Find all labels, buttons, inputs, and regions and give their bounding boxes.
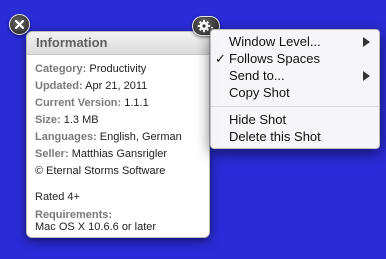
- menu-item-label: Follows Spaces: [229, 51, 321, 66]
- menu-item-send-to[interactable]: Send to...: [211, 67, 379, 84]
- info-row-category: Category: Productivity: [35, 61, 201, 78]
- info-label: Current Version:: [35, 97, 122, 109]
- menu-item-label: Send to...: [229, 68, 285, 83]
- info-value: Productivity: [89, 63, 147, 75]
- close-shot-button[interactable]: [9, 14, 30, 35]
- menu-separator: [211, 106, 379, 107]
- menu-item-copy-shot[interactable]: Copy Shot: [211, 84, 379, 101]
- info-title: Information: [27, 32, 209, 55]
- close-icon: [14, 19, 25, 30]
- info-rating: Rated 4+: [35, 191, 80, 203]
- requirements-label: Requirements:: [35, 209, 113, 221]
- info-row-version: Current Version: 1.1.1: [35, 95, 201, 112]
- info-body: Category: Productivity Updated: Apr 21, …: [27, 55, 209, 233]
- info-label: Seller:: [35, 148, 69, 160]
- info-row-updated: Updated: Apr 21, 2011: [35, 78, 201, 95]
- menu-item-hide-shot[interactable]: Hide Shot: [211, 111, 379, 128]
- submenu-arrow-icon: [363, 37, 370, 47]
- info-label: Languages:: [35, 131, 97, 143]
- info-requirements: Requirements: Mac OS X 10.6.6 or later: [35, 209, 201, 233]
- info-label: Size:: [35, 114, 61, 126]
- info-value: English, German: [99, 131, 182, 143]
- info-value: Matthias Gansrigler: [71, 148, 168, 160]
- info-value: 1.1.1: [124, 97, 149, 109]
- info-value: 1.3 MB: [63, 114, 99, 126]
- menu-item-label: Copy Shot: [229, 85, 290, 100]
- menu-item-label: Delete this Shot: [229, 129, 321, 144]
- info-row-seller: Seller: Matthias Gansrigler: [35, 146, 201, 163]
- info-row-languages: Languages: English, German: [35, 129, 201, 146]
- info-label: Updated:: [35, 80, 83, 92]
- menu-item-label: Hide Shot: [229, 112, 287, 127]
- submenu-arrow-icon: [363, 71, 370, 81]
- info-copyright: © Eternal Storms Software: [35, 165, 166, 177]
- shot-context-menu: Window Level... ✓ Follows Spaces Send to…: [210, 29, 380, 149]
- menu-item-window-level[interactable]: Window Level...: [211, 33, 379, 50]
- menu-item-delete-shot[interactable]: Delete this Shot: [211, 128, 379, 145]
- menu-item-label: Window Level...: [229, 34, 321, 49]
- checkmark-icon: ✓: [215, 51, 226, 66]
- info-row-size: Size: 1.3 MB: [35, 112, 201, 129]
- requirements-value: Mac OS X 10.6.6 or later: [35, 221, 157, 233]
- info-shot-window[interactable]: Information Category: Productivity Updat…: [26, 31, 210, 238]
- info-value: Apr 21, 2011: [85, 80, 148, 92]
- menu-item-follows-spaces[interactable]: ✓ Follows Spaces: [211, 50, 379, 67]
- info-label: Category:: [35, 63, 87, 75]
